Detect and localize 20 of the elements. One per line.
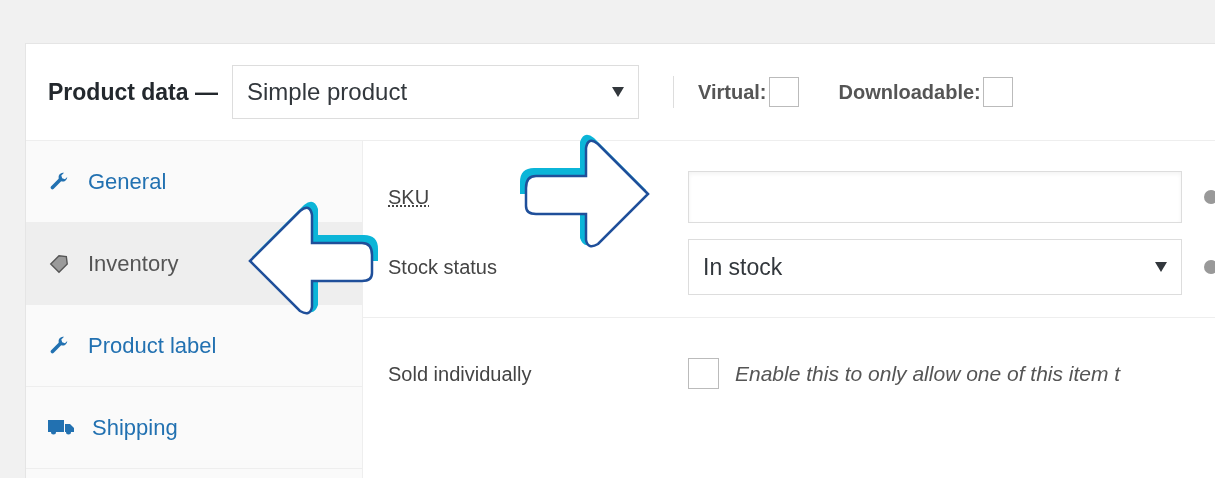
caret-icon: [1155, 262, 1167, 272]
field-label: Stock status: [388, 255, 498, 280]
panel-title: Product data —: [48, 77, 218, 107]
sku-input[interactable]: [688, 171, 1182, 223]
option-checkbox[interactable]: [768, 77, 799, 107]
option-checkbox[interactable]: [982, 77, 1013, 107]
field-label: SKU: [388, 185, 431, 210]
product-type-select[interactable]: Simple product: [231, 65, 639, 119]
help-icon[interactable]: [1204, 190, 1215, 204]
stock-status-select[interactable]: In stock: [688, 239, 1182, 295]
field-description: Enable this to only allow one of this item t: [735, 360, 1121, 387]
sold-individually-checkbox[interactable]: [688, 358, 719, 389]
option-label: Virtual:: [697, 80, 767, 105]
option-label: Downloadable:: [838, 80, 981, 105]
caret-icon: [611, 87, 624, 97]
tag-icon: [48, 252, 70, 275]
help-icon[interactable]: [1204, 260, 1215, 274]
sidebar-tab[interactable]: Shipping: [26, 387, 362, 469]
truck-icon: [48, 417, 74, 438]
field-label: Sold individually: [388, 361, 533, 387]
